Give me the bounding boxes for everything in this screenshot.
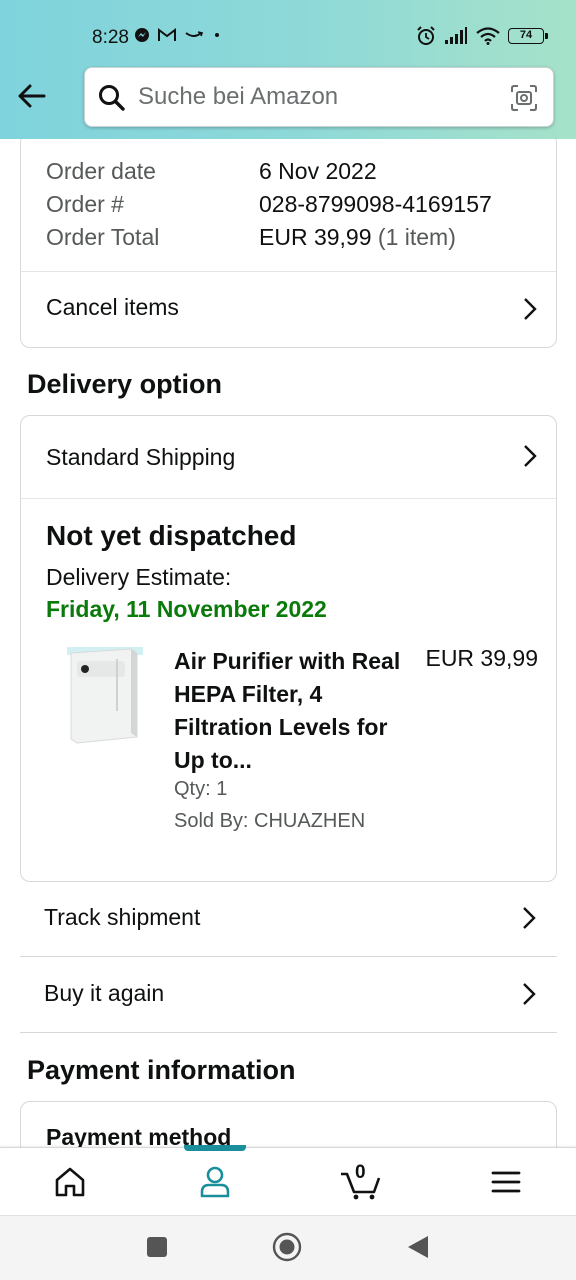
payment-card: Payment method bbox=[20, 1101, 557, 1147]
order-total-value: EUR 39,99 (1 item) bbox=[259, 224, 456, 251]
menu-icon[interactable] bbox=[486, 1162, 526, 1202]
active-tab-indicator bbox=[184, 1145, 246, 1151]
home-circle-icon[interactable] bbox=[272, 1232, 302, 1262]
messenger-icon bbox=[135, 28, 149, 42]
dot-icon bbox=[215, 33, 219, 37]
shipping-option-button[interactable]: Standard Shipping bbox=[21, 416, 556, 498]
divider bbox=[21, 498, 556, 499]
product-qty: Qty: 1 bbox=[174, 778, 228, 800]
cancel-items-button[interactable]: Cancel items bbox=[21, 272, 556, 348]
order-total-amount: EUR 39,99 bbox=[259, 224, 372, 250]
dispatch-status: Not yet dispatched bbox=[46, 520, 297, 551]
order-number-label: Order # bbox=[46, 191, 124, 217]
track-shipment-button[interactable]: Track shipment bbox=[20, 881, 557, 957]
order-item-count: (1 item) bbox=[377, 224, 456, 250]
recents-icon[interactable] bbox=[146, 1236, 168, 1258]
app-header: 8:28 74 Suche bei Amazon bbox=[0, 0, 576, 139]
order-date-label: Order date bbox=[46, 158, 156, 184]
search-input[interactable]: Suche bei Amazon bbox=[84, 67, 554, 127]
product-image[interactable] bbox=[61, 641, 147, 749]
order-details-content: Order date 6 Nov 2022 Order # 028-879909… bbox=[0, 139, 576, 1147]
cancel-items-label: Cancel items bbox=[46, 294, 179, 320]
buy-it-again-label: Buy it again bbox=[44, 980, 165, 1006]
status-time: 8:28 bbox=[92, 27, 129, 48]
back-triangle-icon[interactable] bbox=[406, 1235, 430, 1259]
amazon-smile-icon bbox=[185, 31, 204, 37]
system-navigation-bar bbox=[0, 1215, 576, 1280]
search-icon bbox=[99, 85, 125, 111]
status-bar: 8:28 74 bbox=[0, 0, 576, 70]
camera-scan-icon[interactable] bbox=[509, 83, 539, 113]
chevron-right-icon bbox=[524, 445, 537, 467]
delivery-estimate-date: Friday, 11 November 2022 bbox=[46, 596, 327, 622]
delivery-section-title: Delivery option bbox=[27, 369, 223, 399]
back-arrow-icon[interactable] bbox=[14, 78, 50, 114]
system-status-icons: 74 bbox=[416, 26, 548, 46]
product-price: EUR 39,99 bbox=[425, 645, 538, 671]
delivery-card: Standard Shipping Not yet dispatched Del… bbox=[20, 415, 557, 882]
search-placeholder: Suche bei Amazon bbox=[138, 83, 339, 110]
chevron-right-icon bbox=[523, 907, 536, 929]
payment-method-label: Payment method bbox=[46, 1124, 232, 1147]
wifi-icon bbox=[476, 27, 500, 45]
signal-icon bbox=[445, 27, 467, 44]
order-total-label: Order Total bbox=[46, 224, 160, 250]
track-shipment-label: Track shipment bbox=[44, 904, 201, 930]
bottom-navigation: 0 bbox=[0, 1145, 576, 1215]
order-date-value: 6 Nov 2022 bbox=[259, 158, 377, 184]
order-number-value: 028-8799098-4169157 bbox=[259, 191, 492, 217]
payment-section-title: Payment information bbox=[27, 1055, 296, 1085]
chevron-right-icon bbox=[524, 298, 537, 320]
home-icon[interactable] bbox=[50, 1162, 90, 1202]
cart-count-badge: 0 bbox=[355, 1162, 366, 1183]
product-title[interactable]: Air Purifier with Real HEPA Filter, 4 Fi… bbox=[174, 645, 414, 777]
chevron-right-icon bbox=[523, 983, 536, 1005]
alarm-icon bbox=[417, 26, 435, 45]
account-icon[interactable] bbox=[195, 1162, 235, 1202]
gmail-icon bbox=[158, 28, 176, 41]
delivery-estimate-label: Delivery Estimate: bbox=[46, 564, 232, 590]
shipping-option-label: Standard Shipping bbox=[46, 444, 236, 470]
notification-icons bbox=[134, 27, 222, 43]
buy-it-again-button[interactable]: Buy it again bbox=[20, 957, 557, 1033]
product-seller: Sold By: CHUAZHEN bbox=[174, 810, 366, 832]
order-summary-card: Order date 6 Nov 2022 Order # 028-879909… bbox=[20, 139, 557, 348]
battery-icon: 74 bbox=[508, 28, 548, 44]
